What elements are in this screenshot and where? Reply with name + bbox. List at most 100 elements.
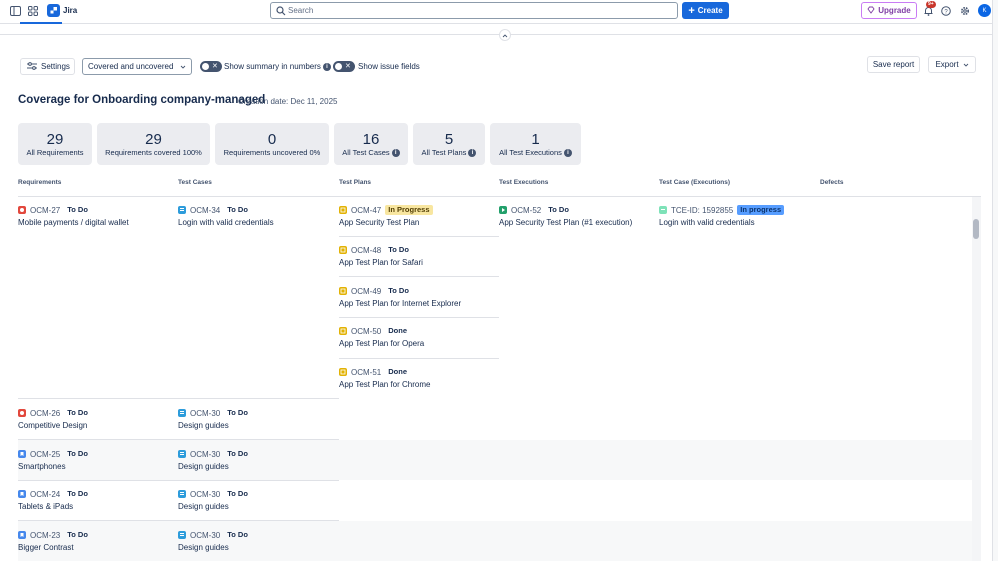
status-badge: To Do xyxy=(64,530,91,540)
issue-key[interactable]: OCM-51 xyxy=(351,368,381,377)
test-plan-cell[interactable]: OCM-50 Done App Test Plan for Opera xyxy=(339,326,497,348)
issue-summary[interactable]: Design guides xyxy=(178,502,336,511)
issue-key[interactable]: OCM-52 xyxy=(511,206,541,215)
test-execution-cell[interactable]: OCM-52 To Do App Security Test Plan (#1 … xyxy=(499,205,657,227)
issue-key[interactable]: OCM-23 xyxy=(30,531,60,540)
issue-summary[interactable]: Smartphones xyxy=(18,462,176,471)
settings-button[interactable]: Settings xyxy=(20,58,75,75)
issue-summary[interactable]: Mobile payments / digital wallet xyxy=(18,218,176,227)
page-scrollbar[interactable] xyxy=(992,0,998,561)
requirement-cell[interactable]: OCM-27 To Do Mobile payments / digital w… xyxy=(18,205,176,227)
test-case-cell[interactable]: OCM-30 To Do Design guides xyxy=(178,449,336,471)
issue-summary[interactable]: Tablets & iPads xyxy=(18,502,176,511)
issue-summary[interactable]: Design guides xyxy=(178,421,336,430)
test-case-execution-cell[interactable]: TCE-ID: 1592855 In progress Login with v… xyxy=(659,205,817,227)
issue-summary[interactable]: Design guides xyxy=(178,462,336,471)
stat-value: 0 xyxy=(267,131,277,148)
requirement-cell[interactable]: OCM-26 To Do Competitive Design xyxy=(18,408,176,430)
issue-summary[interactable]: Login with valid credentials xyxy=(178,218,336,227)
export-button[interactable]: Export xyxy=(928,56,976,73)
status-badge: To Do xyxy=(224,449,251,459)
issue-key[interactable]: OCM-27 xyxy=(30,206,60,215)
upgrade-button[interactable]: Upgrade xyxy=(861,2,917,19)
user-avatar[interactable]: K xyxy=(978,4,991,17)
show-summary-toggle[interactable]: ✕ xyxy=(200,61,222,72)
issue-summary[interactable]: App Security Test Plan xyxy=(339,218,497,227)
issue-summary[interactable]: Bigger Contrast xyxy=(18,543,176,552)
test-plan-cell[interactable]: OCM-49 To Do App Test Plan for Internet … xyxy=(339,286,497,308)
toggle-knob xyxy=(202,63,209,70)
test-case-icon xyxy=(178,409,186,417)
stat-card-test-plans: 5 All Test Plans i xyxy=(413,123,485,165)
issue-key[interactable]: OCM-30 xyxy=(190,450,220,459)
status-badge: To Do xyxy=(224,489,251,499)
stat-card-requirements-covered: 29 Requirements covered 100% xyxy=(97,123,210,165)
issue-key[interactable]: OCM-30 xyxy=(190,531,220,540)
test-plan-cell[interactable]: OCM-51 Done App Test Plan for Chrome xyxy=(339,367,497,389)
show-summary-label: Show summary in numbers i xyxy=(224,62,331,71)
create-button[interactable]: + Create xyxy=(682,2,729,19)
test-plan-icon xyxy=(339,287,347,295)
toggle-off-icon: ✕ xyxy=(345,63,351,70)
issue-summary[interactable]: Design guides xyxy=(178,543,336,552)
collapse-header-button[interactable] xyxy=(499,29,511,41)
issue-key[interactable]: OCM-50 xyxy=(351,327,381,336)
row-divider xyxy=(18,520,339,521)
top-bar-divider xyxy=(0,23,992,24)
issue-summary[interactable]: Login with valid credentials xyxy=(659,218,817,227)
test-case-cell[interactable]: OCM-34 To Do Login with valid credential… xyxy=(178,205,336,227)
issue-summary[interactable]: App Security Test Plan (#1 execution) xyxy=(499,218,657,227)
save-report-button[interactable]: Save report xyxy=(867,56,920,73)
issue-key[interactable]: OCM-30 xyxy=(190,409,220,418)
test-case-cell[interactable]: OCM-30 To Do Design guides xyxy=(178,489,336,511)
sliders-icon xyxy=(27,61,37,72)
test-case-icon xyxy=(178,206,186,214)
search-input[interactable]: Search xyxy=(270,2,678,19)
requirement-cell[interactable]: OCM-24 To Do Tablets & iPads xyxy=(18,489,176,511)
test-plan-cell[interactable]: OCM-47 In Progress App Security Test Pla… xyxy=(339,205,497,227)
app-switcher-icon[interactable] xyxy=(26,4,40,18)
active-tab-indicator xyxy=(20,22,62,24)
test-case-icon xyxy=(178,490,186,498)
settings-gear-icon[interactable] xyxy=(958,4,972,18)
help-icon[interactable]: ? xyxy=(939,4,953,18)
issue-summary[interactable]: Competitive Design xyxy=(18,421,176,430)
issue-key[interactable]: OCM-30 xyxy=(190,490,220,499)
issue-key[interactable]: OCM-47 xyxy=(351,206,381,215)
issue-key[interactable]: OCM-25 xyxy=(30,450,60,459)
info-icon[interactable]: i xyxy=(391,149,400,158)
sidebar-toggle-icon[interactable] xyxy=(8,4,22,18)
test-plan-cell[interactable]: OCM-48 To Do App Test Plan for Safari xyxy=(339,245,497,267)
test-case-cell[interactable]: OCM-30 To Do Design guides xyxy=(178,530,336,552)
issue-key[interactable]: OCM-48 xyxy=(351,246,381,255)
issue-key[interactable]: OCM-49 xyxy=(351,287,381,296)
issue-key[interactable]: OCM-24 xyxy=(30,490,60,499)
app-name[interactable]: Jira xyxy=(63,6,77,15)
jira-logo-icon[interactable] xyxy=(47,4,60,17)
chevron-down-icon xyxy=(180,62,186,71)
issue-summary[interactable]: App Test Plan for Internet Explorer xyxy=(339,299,497,308)
table-scrollbar[interactable] xyxy=(972,197,981,561)
status-badge: To Do xyxy=(64,408,91,418)
table-scrollbar-thumb[interactable] xyxy=(973,219,979,239)
row-divider xyxy=(18,439,339,440)
issue-summary[interactable]: App Test Plan for Opera xyxy=(339,339,497,348)
status-badge: In Progress xyxy=(385,205,433,215)
info-icon[interactable]: i xyxy=(563,149,572,158)
test-case-cell[interactable]: OCM-30 To Do Design guides xyxy=(178,408,336,430)
info-icon[interactable]: i xyxy=(468,149,477,158)
issue-summary[interactable]: App Test Plan for Chrome xyxy=(339,380,497,389)
coverage-filter-select[interactable]: Covered and uncovered xyxy=(82,58,192,75)
issue-key[interactable]: OCM-34 xyxy=(190,206,220,215)
status-badge: Done xyxy=(385,326,410,336)
issue-summary[interactable]: App Test Plan for Safari xyxy=(339,258,497,267)
requirement-cell[interactable]: OCM-25 To Do Smartphones xyxy=(18,449,176,471)
show-issue-fields-toggle[interactable]: ✕ xyxy=(333,61,355,72)
test-case-execution-id[interactable]: TCE-ID: 1592855 xyxy=(671,206,733,215)
test-case-execution-icon xyxy=(659,206,667,214)
requirement-cell[interactable]: OCM-23 To Do Bigger Contrast xyxy=(18,530,176,552)
plan-divider xyxy=(339,276,499,277)
gem-icon xyxy=(867,6,875,16)
info-icon[interactable]: i xyxy=(322,62,331,71)
issue-key[interactable]: OCM-26 xyxy=(30,409,60,418)
